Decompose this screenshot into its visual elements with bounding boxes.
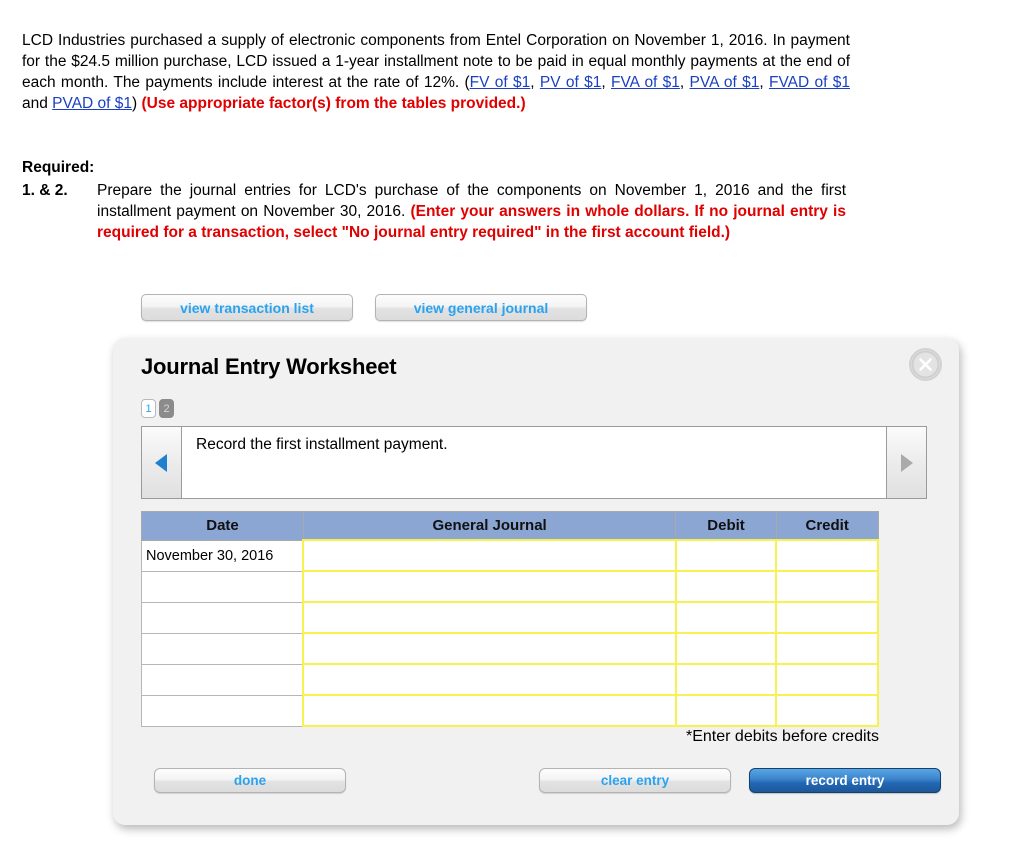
cell-debit-6[interactable]	[674, 694, 778, 727]
cell-credit-5[interactable]	[775, 663, 879, 696]
table-row	[141, 632, 879, 665]
prev-entry-button[interactable]	[142, 427, 182, 498]
prompt-navigator: Record the first installment payment.	[141, 426, 927, 499]
cell-credit-3[interactable]	[775, 601, 879, 634]
cell-debit-5[interactable]	[674, 663, 778, 696]
close-icon[interactable]	[909, 348, 942, 381]
journal-entry-table: Date General Journal Debit Credit Novemb…	[141, 511, 879, 727]
cell-date-1[interactable]: November 30, 2016	[141, 539, 304, 572]
cell-date-5[interactable]	[141, 663, 304, 696]
cell-date-2[interactable]	[141, 570, 304, 603]
table-row	[141, 570, 879, 603]
clear-entry-button[interactable]: clear entry	[539, 768, 731, 793]
required-heading: Required:	[22, 159, 95, 176]
cell-credit-2[interactable]	[775, 570, 879, 603]
table-row	[141, 694, 879, 727]
separator-4: ,	[759, 74, 769, 91]
link-pv-of-1[interactable]: PV of $1	[540, 74, 601, 91]
required-item-body: Prepare the journal entries for LCD's pu…	[97, 180, 846, 243]
view-general-journal-button[interactable]: view general journal	[375, 294, 587, 321]
cell-debit-1[interactable]	[674, 539, 778, 572]
column-header-debit: Debit	[675, 511, 777, 541]
cell-general-journal-6[interactable]	[302, 694, 677, 727]
done-button[interactable]: done	[154, 768, 346, 793]
separator-3: ,	[679, 74, 690, 91]
cell-general-journal-5[interactable]	[302, 663, 677, 696]
column-header-credit: Credit	[775, 511, 879, 541]
cell-debit-4[interactable]	[674, 632, 778, 665]
required-item: 1. & 2. Prepare the journal entries for …	[22, 180, 846, 243]
separator-2: ,	[601, 74, 611, 91]
cell-date-4[interactable]	[141, 632, 304, 665]
required-item-number: 1. & 2.	[22, 182, 68, 199]
cell-general-journal-1[interactable]	[302, 539, 677, 572]
table-row	[141, 663, 879, 696]
view-buttons-row: view transaction list view general journ…	[141, 294, 587, 321]
cell-debit-2[interactable]	[674, 570, 778, 603]
close-x-icon	[911, 350, 940, 379]
cell-general-journal-4[interactable]	[302, 632, 677, 665]
column-header-date: Date	[141, 511, 304, 541]
link-pvad-of-1[interactable]: PVAD of $1	[52, 95, 132, 112]
link-pva-of-1[interactable]: PVA of $1	[690, 74, 760, 91]
problem-statement: LCD Industries purchased a supply of ele…	[22, 30, 850, 114]
table-row: November 30, 2016	[141, 539, 879, 572]
record-entry-button[interactable]: record entry	[749, 768, 941, 793]
table-row	[141, 601, 879, 634]
cell-credit-1[interactable]	[775, 539, 879, 572]
panel-title: Journal Entry Worksheet	[141, 354, 397, 379]
triangle-left-icon	[155, 453, 167, 472]
column-header-general-journal: General Journal	[302, 511, 677, 541]
separator-and: and	[22, 95, 53, 112]
cell-general-journal-2[interactable]	[302, 570, 677, 603]
problem-instruction-note: (Use appropriate factor(s) from the tabl…	[141, 95, 526, 112]
cell-credit-6[interactable]	[775, 694, 879, 727]
view-transaction-list-button[interactable]: view transaction list	[141, 294, 353, 321]
link-fv-of-1[interactable]: FV of $1	[470, 74, 531, 91]
link-fvad-of-1[interactable]: FVAD of $1	[769, 74, 850, 91]
cell-date-3[interactable]	[141, 601, 304, 634]
worksheet-tab-2[interactable]: 2	[159, 399, 174, 418]
prompt-text: Record the first installment payment.	[182, 427, 886, 498]
worksheet-step-tabs: 1 2	[141, 399, 174, 418]
cell-credit-4[interactable]	[775, 632, 879, 665]
cell-general-journal-3[interactable]	[302, 601, 677, 634]
journal-entry-worksheet-panel: Journal Entry Worksheet 1 2 Record the f…	[113, 338, 959, 825]
debits-before-credits-note: *Enter debits before credits	[686, 728, 879, 745]
journal-table-header-row: Date General Journal Debit Credit	[141, 511, 879, 541]
link-fva-of-1[interactable]: FVA of $1	[611, 74, 680, 91]
next-entry-button[interactable]	[886, 427, 926, 498]
cell-debit-3[interactable]	[674, 601, 778, 634]
cell-date-6[interactable]	[141, 694, 304, 727]
separator-1: ,	[530, 74, 540, 91]
worksheet-tab-1[interactable]: 1	[141, 399, 156, 418]
triangle-right-icon	[901, 453, 913, 472]
